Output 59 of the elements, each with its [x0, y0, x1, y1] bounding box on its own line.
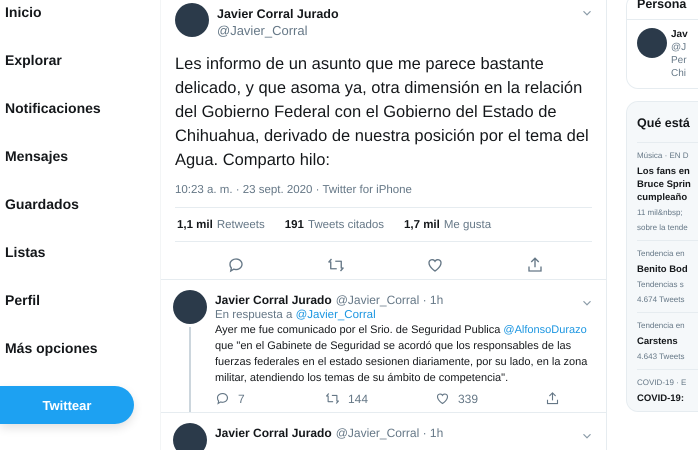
trend-title[interactable]: cumpleaño — [637, 191, 698, 204]
trend-detail: 4.674 Tweets — [637, 294, 686, 306]
trend-detail: sobre la tende — [637, 222, 689, 234]
action-count: 144 — [348, 392, 368, 406]
reply-icon[interactable] — [227, 256, 245, 274]
tweet-text: Ayer me fue comunicado por el Srio. de Seguridad Publica @AlfonsoDurazo que "en el Gabinete de Seguridad se acordó que los responsables de las fuerzas federales en el estado sesionen diariamente, por su lado, en la zona militar, atendiendo los temas de su ámbito de competencia". — [215, 323, 588, 386]
author-name[interactable]: Javier Corral Jurado — [215, 293, 332, 307]
person-name[interactable]: Jav — [671, 28, 688, 41]
nav-item[interactable]: Explorar — [0, 36, 62, 84]
trend-title[interactable]: Carstens — [637, 335, 698, 348]
nav-item[interactable]: Inicio — [0, 0, 42, 36]
retweet-icon[interactable] — [325, 391, 340, 406]
tweet-timestamp: 10:23 a. m. · 23 sept. 2020 · Twitter for iPhone — [175, 184, 592, 208]
nav-item[interactable]: Notificaciones — [0, 84, 101, 132]
nav-item[interactable]: Perfil — [0, 276, 40, 324]
action-count: 7 — [238, 392, 245, 406]
stat-label[interactable]: Me gusta — [444, 219, 492, 231]
author-name[interactable]: Javier Corral Jurado — [215, 426, 332, 440]
trend-detail: 11 mil&nbsp; — [637, 207, 684, 219]
trend-title[interactable]: Benito Bod — [637, 263, 698, 276]
heart-icon[interactable] — [426, 256, 444, 274]
trend-context: Música · EN D — [637, 150, 690, 162]
avatar-circle[interactable] — [173, 423, 207, 450]
trend-title[interactable]: COVID-19: — [637, 392, 698, 405]
person-handle[interactable]: @J — [671, 41, 688, 54]
retweet-icon[interactable] — [326, 256, 345, 274]
trend-title[interactable]: Bruce Sprin — [637, 178, 698, 191]
author-handle[interactable]: @Javier_Corral · 1h — [336, 426, 444, 440]
trend-context: Tendencia en — [637, 248, 686, 260]
avatar-circle[interactable] — [637, 28, 667, 58]
trend-context: COVID-19 · E — [637, 377, 688, 389]
stat-label[interactable]: Retweets — [216, 219, 265, 231]
avatar-circle[interactable] — [173, 290, 207, 324]
tweet-text: Les informo de un asunto que me parece bastante delicado, y que asoma ya, otra dimensión en la relación del Gobierno Federal con el Gobierno del Estado de Chihuahua, derivado de nuestra posición por el tema del Agua. Comparto hilo: — [175, 54, 590, 171]
author-handle[interactable]: @Javier_Corral · 1h — [336, 293, 444, 307]
avatar-circle[interactable] — [175, 3, 209, 37]
person-bio: Per — [671, 54, 688, 67]
nav-item[interactable]: Mensajes — [0, 132, 68, 180]
action-count: 339 — [458, 392, 478, 406]
heart-icon[interactable] — [435, 391, 450, 406]
reply-icon[interactable] — [215, 391, 230, 406]
nav-item[interactable]: Listas — [0, 228, 46, 276]
stat-count[interactable]: 1,7 mil — [404, 219, 440, 231]
person-bio: Chi — [671, 67, 688, 80]
share-icon[interactable] — [526, 256, 544, 274]
trend-detail: 4.643 Tweets — [637, 351, 686, 363]
trend-detail: Tendencias s — [637, 279, 685, 291]
author-handle[interactable]: @Javier_Corral — [217, 23, 339, 38]
panel-title: Qué está — [637, 115, 691, 132]
trend-title[interactable]: Los fans en — [637, 165, 698, 178]
trend-context: Tendencia en — [637, 320, 686, 332]
nav-item[interactable]: Más opciones — [0, 324, 98, 372]
reply-context: En respuesta a @Javier_Corral — [215, 309, 377, 321]
stat-count[interactable]: 1,1 mil — [177, 219, 213, 231]
stat-label[interactable]: Tweets citados — [308, 219, 384, 231]
author-name[interactable]: Javier Corral Jurado — [217, 7, 339, 21]
share-icon[interactable] — [545, 391, 560, 406]
stat-count[interactable]: 191 — [284, 219, 304, 231]
nav-item[interactable]: Guardados — [0, 180, 79, 228]
